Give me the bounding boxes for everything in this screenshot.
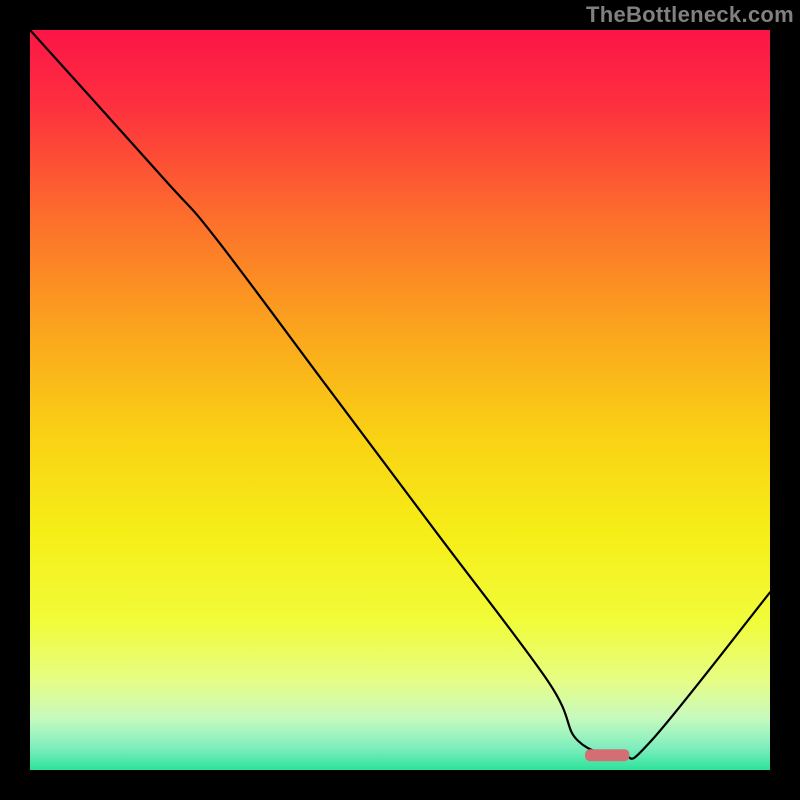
plot-svg bbox=[30, 30, 770, 770]
chart-container: TheBottleneck.com bbox=[0, 0, 800, 800]
gradient-background bbox=[30, 30, 770, 770]
plot-area bbox=[30, 30, 770, 770]
optimal-range-marker bbox=[585, 749, 629, 761]
watermark-text: TheBottleneck.com bbox=[586, 2, 794, 28]
